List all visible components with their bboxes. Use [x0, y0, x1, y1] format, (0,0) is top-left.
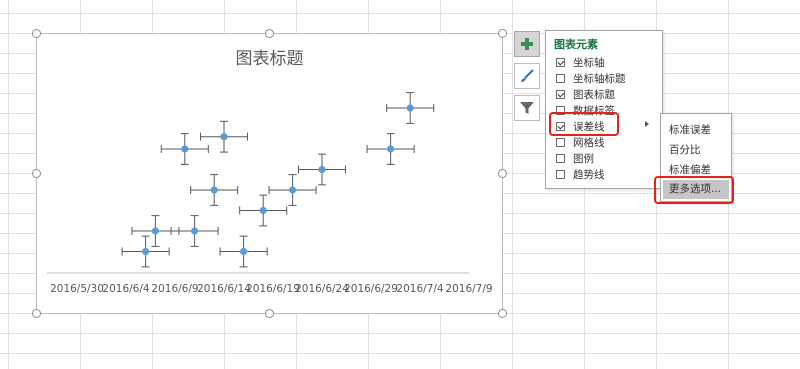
option-label: 图表标题 — [573, 88, 615, 101]
resize-handle-bl[interactable] — [32, 309, 41, 318]
x-tick-label: 2016/6/24 — [295, 283, 349, 295]
chart-area[interactable]: 图表标题 2016/5/30 2016/6/4 2016/6/9 2016/6/14 2… — [36, 33, 503, 314]
x-tick-label: 2016/6/4 — [102, 283, 149, 295]
option-label: 网格线 — [573, 136, 605, 149]
x-tick-label: 2016/6/14 — [197, 283, 251, 295]
resize-handle-tl[interactable] — [32, 29, 41, 38]
option-axes[interactable]: 坐标轴 — [556, 54, 605, 70]
resize-handle-tm[interactable] — [265, 29, 274, 38]
data-point — [181, 145, 189, 153]
x-tick-label: 2016/6/29 — [344, 283, 398, 295]
resize-handle-mr[interactable] — [498, 169, 507, 178]
chart-filters-button[interactable] — [514, 95, 540, 121]
resize-handle-ml[interactable] — [32, 169, 41, 178]
submenu-arrow-icon[interactable] — [645, 121, 649, 127]
option-axis-titles[interactable]: 坐标轴标题 — [556, 70, 626, 86]
data-point — [259, 206, 267, 215]
resize-handle-tr[interactable] — [498, 29, 507, 38]
chart-elements-button[interactable] — [514, 31, 540, 57]
data-point — [318, 165, 326, 174]
option-trendline[interactable]: 趋势线 — [556, 166, 605, 182]
checkbox-axis-titles[interactable] — [556, 73, 565, 83]
plus-icon — [521, 38, 533, 50]
option-gridlines[interactable]: 网格线 — [556, 134, 605, 150]
chart-styles-button[interactable] — [514, 63, 540, 89]
data-point — [240, 247, 248, 256]
highlight-more-options — [654, 176, 734, 204]
submenu-standard-error[interactable]: 标准误差 — [669, 122, 711, 137]
data-point — [151, 227, 159, 235]
option-chart-title[interactable]: 图表标题 — [556, 86, 615, 102]
x-tick-label: 2016/7/9 — [445, 283, 492, 295]
option-label: 图例 — [573, 152, 594, 165]
data-point — [220, 133, 228, 141]
highlight-error-bars — [549, 112, 619, 136]
scatter-plot[interactable]: 2016/5/302016/6/4 2016/6/92016/6/142016/6… — [37, 34, 504, 315]
option-label: 坐标轴 — [573, 56, 605, 69]
submenu-percentage[interactable]: 百分比 — [669, 142, 701, 157]
data-point — [387, 145, 395, 153]
checkbox-axes[interactable] — [556, 57, 565, 67]
data-point — [210, 186, 218, 194]
x-tick-label: 2016/6/19 — [246, 283, 300, 295]
x-tick-label: 2016/6/9 — [151, 283, 198, 295]
option-label: 坐标轴标题 — [573, 72, 626, 85]
brush-icon — [521, 69, 534, 82]
checkbox-legend[interactable] — [556, 153, 565, 163]
checkbox-trendline[interactable] — [556, 169, 565, 179]
x-tick-label: 2016/7/4 — [396, 283, 443, 295]
data-point — [406, 104, 414, 112]
data-point — [191, 227, 199, 235]
checkbox-gridlines[interactable] — [556, 137, 565, 147]
chart-elements-panel: 图表元素 坐标轴 坐标轴标题 图表标题 数据标签 误差线 网格线 图例 趋势线 — [545, 30, 663, 189]
option-legend[interactable]: 图例 — [556, 150, 594, 166]
data-point — [142, 247, 150, 256]
option-label: 趋势线 — [573, 168, 605, 181]
data-point — [289, 186, 297, 194]
x-tick-label: 2016/5/30 — [50, 283, 104, 295]
checkbox-chart-title[interactable] — [556, 89, 565, 99]
resize-handle-br[interactable] — [498, 309, 507, 318]
filter-icon — [520, 102, 534, 114]
resize-handle-bm[interactable] — [265, 309, 274, 318]
panel-title: 图表元素 — [554, 38, 598, 51]
submenu-standard-deviation[interactable]: 标准偏差 — [669, 162, 711, 177]
